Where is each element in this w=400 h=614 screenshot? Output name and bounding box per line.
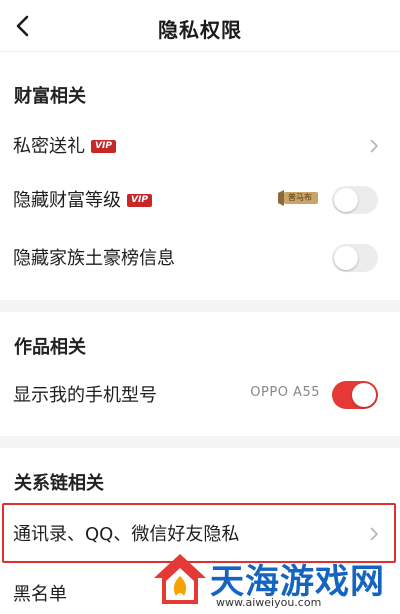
row-label: 隐藏财富等级 VIP (13, 186, 152, 212)
hide-family-rank-toggle[interactable] (332, 244, 378, 272)
watermark-url: www.aiweiyou.com (216, 596, 322, 609)
section-divider (0, 436, 400, 448)
vip-badge: VIP (91, 140, 116, 153)
section-title-relations: 关系链相关 (14, 473, 104, 494)
hide-wealth-level-label: 隐藏财富等级 (13, 190, 121, 211)
chevron-right-icon (370, 139, 379, 153)
blacklist-label: 黑名单 (13, 584, 67, 605)
contacts-privacy-label: 通讯录、QQ、微信好友隐私 (13, 524, 240, 545)
row-hide-family-rank: 隐藏家族土豪榜信息 (0, 230, 400, 286)
private-gift-label: 私密送礼 (13, 136, 85, 157)
house-logo-icon (154, 554, 206, 604)
hide-wealth-level-toggle[interactable] (332, 186, 378, 214)
row-label: 私密送礼 VIP (13, 132, 116, 158)
hide-family-rank-label: 隐藏家族土豪榜信息 (13, 248, 175, 269)
chevron-right-icon (370, 527, 379, 541)
vip-badge: VIP (127, 194, 152, 207)
section-divider (0, 300, 400, 312)
row-show-phone-model: 显示我的手机型号 OPPO A55 (0, 367, 400, 423)
show-phone-model-label: 显示我的手机型号 (13, 385, 157, 406)
toggle-knob (352, 383, 376, 407)
row-hide-wealth-level: 隐藏财富等级 VIP (0, 172, 400, 228)
page-title: 隐私权限 (158, 18, 242, 42)
top-bar: 隐私权限 (0, 0, 400, 52)
section-title-wealth: 财富相关 (14, 86, 86, 107)
row-private-gift[interactable]: 私密送礼 VIP (0, 118, 400, 174)
section-title-works: 作品相关 (14, 337, 86, 358)
show-phone-model-toggle[interactable] (332, 381, 378, 409)
gold-badge-text: 普马布 (288, 193, 312, 202)
phone-model-value: OPPO A55 (250, 385, 320, 400)
toggle-knob (334, 246, 358, 270)
toggle-knob (334, 188, 358, 212)
site-watermark: 天海游戏网 www.aiweiyou.com (150, 548, 400, 614)
